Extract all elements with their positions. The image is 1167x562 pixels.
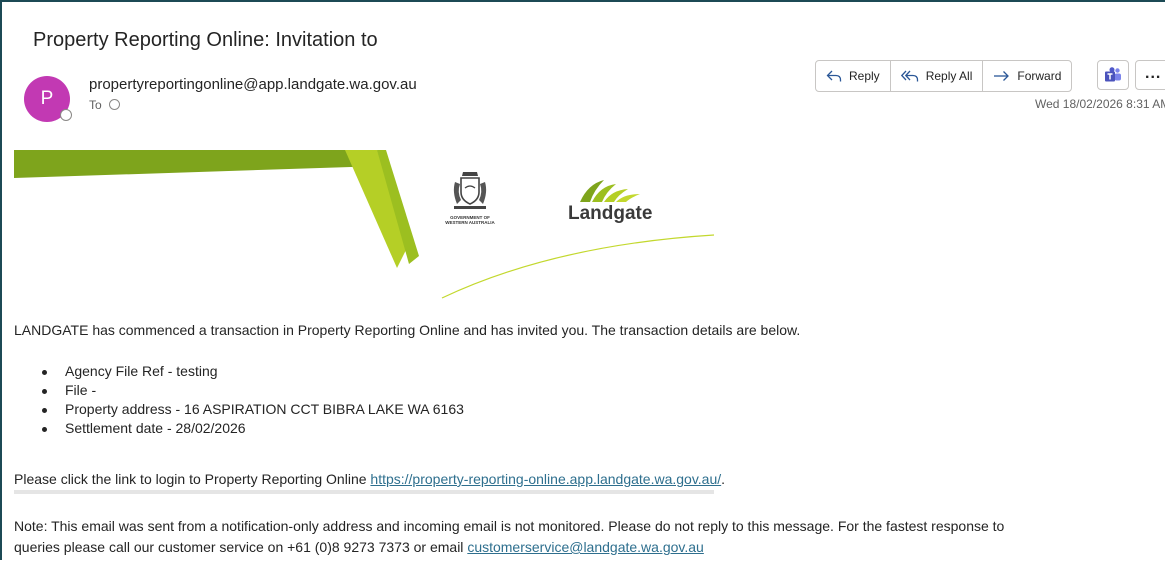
- customer-service-email-link[interactable]: customerservice@landgate.wa.gov.au: [467, 539, 704, 555]
- reply-icon: [826, 70, 842, 82]
- reply-button[interactable]: Reply: [816, 61, 891, 91]
- forward-button[interactable]: Forward: [983, 61, 1071, 91]
- list-item: Property address - 16 ASPIRATION CCT BIB…: [42, 400, 464, 419]
- list-item: Agency File Ref - testing: [42, 362, 464, 381]
- login-instruction: Please click the link to login to Proper…: [14, 471, 725, 487]
- banner-green-stripe-dark: [14, 150, 382, 178]
- email-date: Wed 18/02/2026 8:31 AM: [1035, 97, 1165, 111]
- login-text: Please click the link to login to Proper…: [14, 471, 371, 487]
- reply-all-button[interactable]: Reply All: [891, 61, 984, 91]
- teams-icon: [1105, 67, 1121, 82]
- note-line-2: queries please call our customer service…: [14, 539, 704, 555]
- list-item: Settlement date - 28/02/2026: [42, 419, 464, 438]
- landgate-logo-mark-icon: [580, 180, 640, 202]
- landgate-banner-graphic: [14, 150, 715, 299]
- reply-label: Reply: [849, 69, 880, 83]
- recipient-status-icon: [108, 99, 120, 110]
- govt-line-2: WESTERN AUSTRALIA: [445, 220, 495, 225]
- email-intro-text: LANDGATE has commenced a transaction in …: [14, 322, 801, 338]
- sender-address[interactable]: propertyreportingonline@app.landgate.wa.…: [89, 76, 417, 93]
- login-suffix: .: [721, 471, 726, 487]
- note-text: queries please call our customer service…: [14, 539, 468, 555]
- banner-swoosh-line: [441, 234, 715, 299]
- recipient-line: To: [89, 98, 120, 112]
- wa-coat-of-arms-logo: [453, 172, 487, 209]
- email-actions-toolbar: Reply Reply All Forward: [815, 60, 1073, 92]
- list-item: File -: [42, 381, 464, 400]
- to-label: To: [89, 98, 102, 112]
- property-reporting-link[interactable]: https://property-reporting-online.app.la…: [370, 471, 721, 487]
- reply-all-label: Reply All: [925, 69, 973, 83]
- horizontal-scrollbar[interactable]: [14, 490, 714, 494]
- email-reading-pane: Property Reporting Online: Invitation to…: [0, 0, 1165, 560]
- transaction-details-list: Agency File Ref - testing File - Propert…: [42, 362, 464, 438]
- more-actions-button[interactable]: ...: [1135, 60, 1165, 90]
- forward-arrow-icon: [994, 71, 1010, 81]
- reply-all-icon: [900, 70, 918, 82]
- presence-status-icon: [60, 109, 72, 121]
- email-subject: Property Reporting Online: Invitation to: [33, 29, 378, 51]
- forward-label: Forward: [1017, 69, 1062, 83]
- teams-button[interactable]: [1097, 60, 1129, 90]
- note-line-1: Note: This email was sent from a notific…: [14, 518, 1005, 534]
- landgate-wordmark: Landgate: [568, 203, 653, 224]
- government-of-wa-label: GOVERNMENT OF WESTERN AUSTRALIA: [445, 215, 495, 225]
